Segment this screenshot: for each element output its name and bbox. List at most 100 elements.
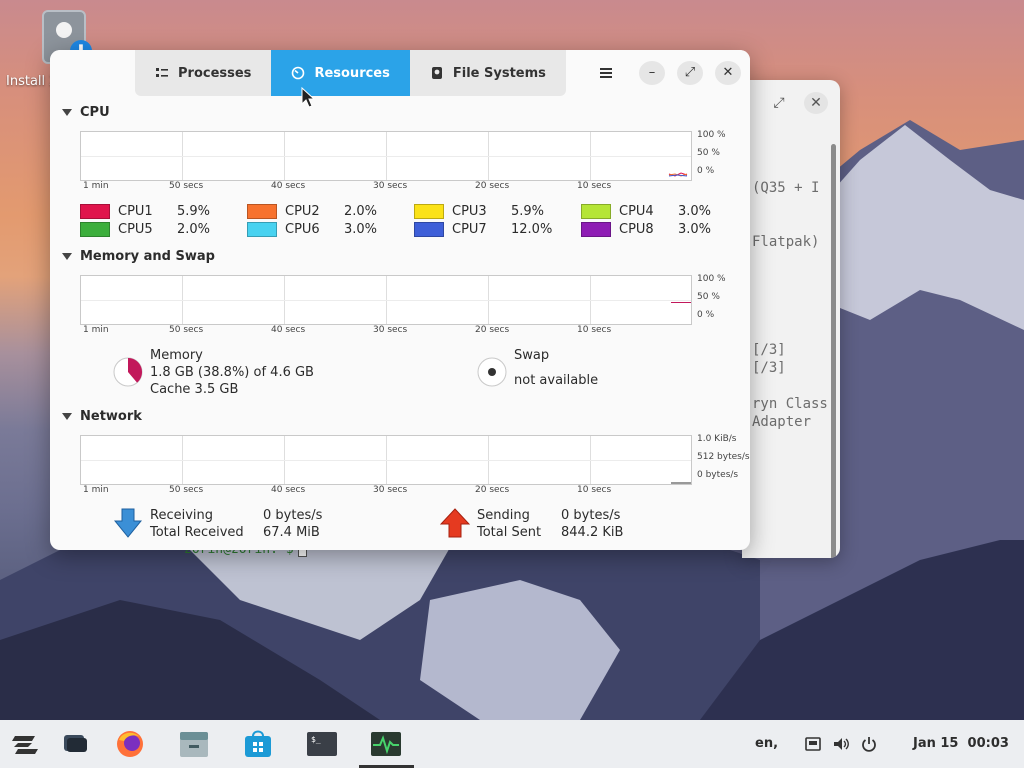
memory-history-graph xyxy=(80,275,692,325)
close-icon[interactable]: ✕ xyxy=(804,92,828,114)
terminal-text-line: [/3] xyxy=(752,342,786,358)
cpu-color-swatch[interactable] xyxy=(80,222,110,237)
terminal-button[interactable]: $_ xyxy=(305,728,339,760)
y-tick-label: 1.0 KiB/s xyxy=(697,434,737,444)
close-button[interactable]: ✕ xyxy=(715,61,741,85)
expander-arrow-icon xyxy=(62,253,72,260)
memory-pie-icon xyxy=(113,357,143,387)
tab-processes[interactable]: Processes xyxy=(135,50,271,96)
swap-status: not available xyxy=(514,373,599,388)
tab-label: Resources xyxy=(314,65,390,81)
view-switcher: Processes Resources File Systems xyxy=(135,50,566,96)
cpu-color-swatch[interactable] xyxy=(581,222,611,237)
x-tick-label: 50 secs xyxy=(169,485,204,495)
x-tick-label: 10 secs xyxy=(577,181,612,191)
x-tick-label: 40 secs xyxy=(271,325,306,335)
system-monitor-button[interactable] xyxy=(369,728,403,760)
zorin-menu-button[interactable] xyxy=(8,728,42,760)
network-x-axis: 1 min 50 secs 40 secs 30 secs 20 secs 10… xyxy=(80,485,692,497)
terminal-text-line: [/3] xyxy=(752,360,786,376)
software-store-icon xyxy=(245,730,271,757)
tab-file-systems[interactable]: File Systems xyxy=(410,50,566,96)
memory-section-header[interactable]: Memory and Swap xyxy=(62,249,215,264)
desktop-icon-label[interactable]: Install Z xyxy=(6,74,52,89)
minimize-icon: – xyxy=(648,65,656,80)
section-title: Memory and Swap xyxy=(80,249,215,264)
cpu-usage-line xyxy=(668,172,688,177)
firefox-button[interactable] xyxy=(113,728,147,760)
keyboard-layout-indicator[interactable]: en, xyxy=(755,736,778,751)
terminal-icon: $_ xyxy=(307,732,337,756)
cpu-core-percent: 3.0% xyxy=(678,204,712,219)
files-icon xyxy=(180,732,208,757)
y-tick-label: 100 % xyxy=(697,130,726,140)
download-arrow-icon xyxy=(114,508,142,538)
cpu-color-swatch[interactable] xyxy=(247,204,277,219)
cpu-core-name: CPU3 xyxy=(452,204,487,219)
cpu-section-header[interactable]: CPU xyxy=(62,105,110,120)
network-usage-line xyxy=(671,482,691,484)
x-tick-label: 30 secs xyxy=(373,325,408,335)
network-history-graph xyxy=(80,435,692,485)
x-tick-label: 1 min xyxy=(83,181,109,191)
sending-rate: 0 bytes/s xyxy=(561,508,621,523)
cpu-core-name: CPU4 xyxy=(619,204,654,219)
software-store-button[interactable] xyxy=(241,728,275,760)
cpu-color-swatch[interactable] xyxy=(247,222,277,237)
cpu-color-swatch[interactable] xyxy=(414,222,444,237)
cpu-color-swatch[interactable] xyxy=(414,204,444,219)
svg-text:$_: $_ xyxy=(311,735,321,744)
upload-arrow-icon xyxy=(440,508,470,538)
cpu-color-swatch[interactable] xyxy=(581,204,611,219)
terminal-window-background[interactable]: ⤢ ✕ (Q35 + I Flatpak) [/3] [/3] ryn Clas… xyxy=(742,80,840,558)
cpu-history-graph xyxy=(80,131,692,181)
cpu-core-name: CPU5 xyxy=(118,222,153,237)
cpu-core-name: CPU1 xyxy=(118,204,153,219)
total-received-label: Total Received xyxy=(150,525,244,540)
zorin-menu-icon xyxy=(12,736,38,754)
y-tick-label: 512 bytes/s xyxy=(697,452,750,462)
minimize-button[interactable]: – xyxy=(639,61,665,85)
cpu-core-percent: 12.0% xyxy=(511,222,553,237)
maximize-button[interactable]: ⤢ xyxy=(677,61,703,85)
y-tick-label: 0 bytes/s xyxy=(697,470,739,480)
y-tick-label: 0 % xyxy=(697,310,715,320)
memory-usage-line xyxy=(671,302,691,303)
terminal-scrollbar[interactable] xyxy=(831,144,836,558)
maximize-icon[interactable]: ⤢ xyxy=(766,92,792,114)
cpu-core-percent: 3.0% xyxy=(678,222,712,237)
workspaces-button[interactable] xyxy=(58,728,92,760)
network-section-header[interactable]: Network xyxy=(62,409,142,424)
terminal-text-line: Flatpak) xyxy=(752,234,820,250)
cpu-core-percent: 2.0% xyxy=(177,222,211,237)
receiving-label: Receiving xyxy=(150,508,214,523)
x-tick-label: 40 secs xyxy=(271,485,306,495)
firefox-icon xyxy=(117,731,143,757)
cpu-x-axis: 1 min 50 secs 40 secs 30 secs 20 secs 10… xyxy=(80,181,692,193)
main-menu-button[interactable] xyxy=(593,61,619,85)
y-tick-label: 100 % xyxy=(697,274,726,284)
x-tick-label: 30 secs xyxy=(373,181,408,191)
volume-icon[interactable] xyxy=(833,736,849,752)
system-monitor-window[interactable]: Processes Resources File Systems – ⤢ ✕ C… xyxy=(50,50,750,550)
x-tick-label: 20 secs xyxy=(475,485,510,495)
x-tick-label: 1 min xyxy=(83,325,109,335)
cpu-color-swatch[interactable] xyxy=(80,204,110,219)
memory-x-axis: 1 min 50 secs 40 secs 30 secs 20 secs 10… xyxy=(80,325,692,337)
network-wired-icon[interactable] xyxy=(805,736,821,752)
resources-gauge-icon xyxy=(292,66,305,80)
cpu-core-percent: 5.9% xyxy=(511,204,545,219)
swap-pie-icon xyxy=(477,357,507,387)
x-tick-label: 1 min xyxy=(83,485,109,495)
files-button[interactable] xyxy=(177,728,211,760)
header-bar: Processes Resources File Systems – ⤢ ✕ xyxy=(50,50,750,96)
power-icon[interactable] xyxy=(861,736,877,752)
tab-resources[interactable]: Resources xyxy=(271,50,410,96)
mouse-pointer-icon xyxy=(301,87,315,108)
time-text: 00:03 xyxy=(967,736,1009,751)
memory-cache: Cache 3.5 GB xyxy=(150,382,239,397)
x-tick-label: 50 secs xyxy=(169,181,204,191)
cpu-core-name: CPU2 xyxy=(285,204,320,219)
clock[interactable]: Jan 15 00:03 xyxy=(913,736,1009,751)
cpu-core-name: CPU6 xyxy=(285,222,320,237)
